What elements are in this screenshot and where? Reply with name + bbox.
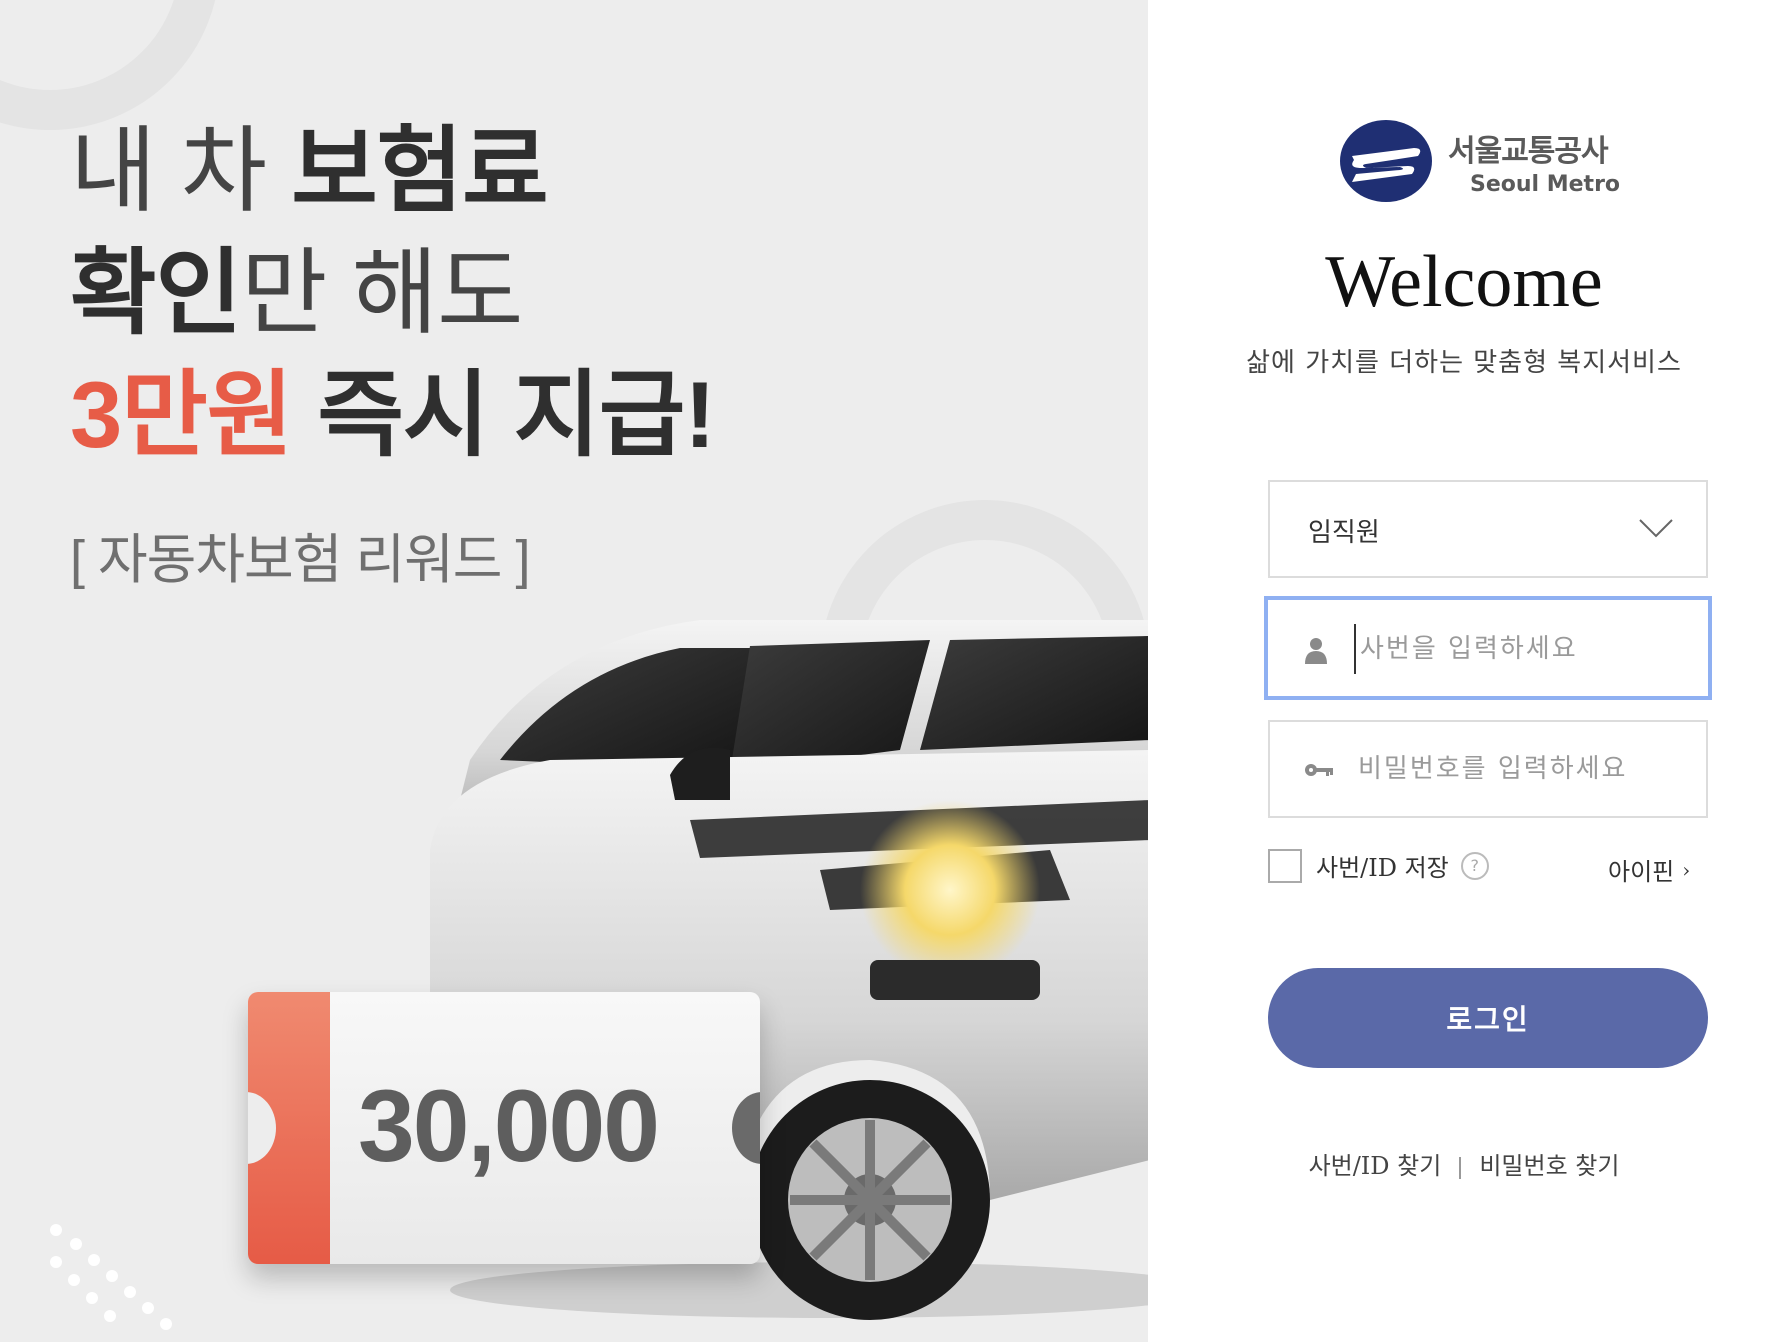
remember-id-label[interactable]: 사번/ID 저장 bbox=[1316, 848, 1449, 883]
headline-text: 보험료 bbox=[291, 118, 548, 223]
remember-id-checkbox[interactable] bbox=[1268, 848, 1302, 883]
user-icon bbox=[1305, 638, 1327, 664]
decorative-dots bbox=[50, 1224, 172, 1330]
service-tagline: 삶에 가치를 더하는 맞춤형 복지서비스 bbox=[1246, 348, 1682, 378]
login-panel: 서울교통공사 Seoul Metro Welcome 삶에 가치를 더하는 맞춤… bbox=[1148, 0, 1780, 1342]
welcome-heading: Welcome bbox=[1325, 241, 1603, 323]
coupon-amount: 30,000 bbox=[358, 1069, 660, 1183]
link-divider bbox=[1459, 1156, 1462, 1179]
headline-line-3: 3만원 즉시 지급! bbox=[70, 354, 716, 476]
coupon-notch bbox=[732, 1092, 760, 1164]
reward-coupon: 30,000 bbox=[248, 992, 760, 1264]
headline-line-1: 내 차 보험료 bbox=[70, 110, 715, 232]
login-page: 내 차 보험료 확인만 해도 3만원 즉시 지급! [ 자동차보험 리워드 ] bbox=[0, 0, 1780, 1342]
logo-english-text: Seoul Metro bbox=[1470, 171, 1621, 197]
promo-banner[interactable]: 내 차 보험료 확인만 해도 3만원 즉시 지급! [ 자동차보험 리워드 ] bbox=[0, 0, 1148, 1342]
ipin-link[interactable]: 아이핀 › bbox=[1608, 852, 1690, 887]
key-icon bbox=[1305, 764, 1333, 776]
company-logo: 서울교통공사 Seoul Metro bbox=[1338, 118, 1620, 204]
chevron-right-icon: › bbox=[1682, 857, 1691, 882]
employee-id-input[interactable] bbox=[1354, 624, 1690, 674]
help-icon[interactable]: ? bbox=[1460, 851, 1489, 880]
headline-line-2: 확인만 해도 bbox=[70, 232, 715, 354]
headline-text: 만 해도 bbox=[240, 240, 524, 345]
member-type-select[interactable]: 임직원 bbox=[1268, 480, 1708, 578]
logo-korean-text: 서울교통공사 bbox=[1448, 133, 1609, 169]
account-recovery-links: 사번/ID 찾기 비밀번호 찾기 bbox=[1148, 1146, 1780, 1181]
find-id-link[interactable]: 사번/ID 찾기 bbox=[1309, 1146, 1442, 1181]
headline-text: 내 차 bbox=[70, 118, 292, 223]
promo-headline: 내 차 보험료 확인만 해도 3만원 즉시 지급! bbox=[70, 110, 716, 476]
headline-text: 즉시 지급! bbox=[292, 362, 715, 467]
headline-text: 확인 bbox=[70, 240, 242, 345]
employee-id-field[interactable] bbox=[1264, 596, 1712, 700]
remember-id: 사번/ID 저장 ? bbox=[1268, 848, 1489, 883]
chevron-down-icon bbox=[1639, 519, 1673, 538]
ipin-label: 아이핀 bbox=[1608, 858, 1675, 886]
password-field[interactable] bbox=[1268, 720, 1708, 818]
member-type-value: 임직원 bbox=[1308, 518, 1380, 548]
reward-amount-highlight: 3만원 bbox=[70, 362, 293, 467]
find-password-link[interactable]: 비밀번호 찾기 bbox=[1479, 1146, 1619, 1181]
password-input[interactable] bbox=[1358, 744, 1688, 794]
seoul-metro-logo-icon bbox=[1340, 120, 1432, 202]
login-button[interactable]: 로그인 bbox=[1268, 968, 1708, 1068]
promo-subhead: [ 자동차보험 리워드 ] bbox=[70, 530, 530, 590]
